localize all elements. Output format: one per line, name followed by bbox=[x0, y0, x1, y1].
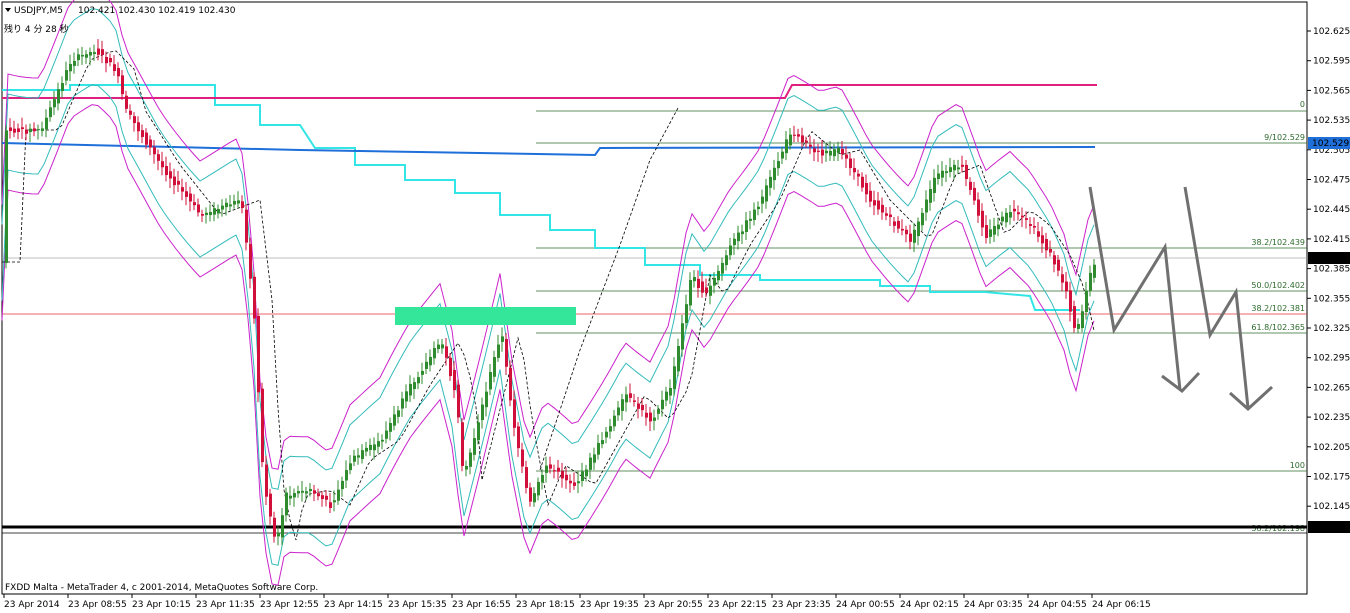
time-tick-label: 23 Apr 12:55 bbox=[260, 600, 319, 610]
price-tick-label: 102.175 bbox=[1313, 473, 1350, 483]
svg-text:102.430: 102.430 bbox=[1312, 254, 1349, 264]
fib-label-61: 61.8/102.365 bbox=[1251, 323, 1305, 332]
price-tick-label: 102.445 bbox=[1313, 205, 1350, 215]
candlestick bbox=[461, 418, 464, 472]
candle-timer: 残り 4 分 28 秒 bbox=[4, 23, 69, 35]
price-tick-label: 102.355 bbox=[1313, 294, 1350, 304]
ohlc-label: 102.421 102.430 102.419 102.430 bbox=[78, 6, 236, 16]
time-tick-label: 24 Apr 04:55 bbox=[1028, 600, 1087, 610]
copyright-text: FXDD Malta - MetaTrader 4, c 2001-2014, … bbox=[5, 583, 318, 593]
price-axis[interactable]: 102.625102.595102.565102.535102.505102.4… bbox=[1307, 27, 1350, 512]
svg-text:38.2/102.381: 38.2/102.381 bbox=[1251, 304, 1305, 313]
price-tick-label: 102.145 bbox=[1313, 502, 1350, 512]
fib-label-zero: 0 bbox=[1300, 100, 1305, 109]
price-tick-label: 102.565 bbox=[1313, 86, 1350, 96]
price-tick-label: 102.595 bbox=[1313, 57, 1350, 67]
price-tick-label: 102.535 bbox=[1313, 116, 1350, 126]
fib-label-38: 38.2/102.439 bbox=[1251, 238, 1305, 247]
candlestick bbox=[257, 308, 260, 403]
time-axis[interactable]: 23 Apr 2014 23 Apr 08:55 23 Apr 10:15 23 Ap… bbox=[3, 594, 1151, 610]
time-tick-label: 23 Apr 18:15 bbox=[516, 600, 575, 610]
price-chart[interactable]: 0 9/102.529 38.2/102.439 50.0/102.402 61… bbox=[0, 0, 1350, 613]
time-tick-label: 23 Apr 2014 bbox=[4, 600, 60, 610]
price-tick-label: 102.475 bbox=[1313, 176, 1350, 186]
price-tick-label: 102.265 bbox=[1313, 383, 1350, 393]
price-tick-label: 102.295 bbox=[1313, 354, 1350, 364]
candlestick bbox=[457, 379, 460, 424]
symbol-label: USDJPY,M5 bbox=[14, 6, 63, 16]
price-tag-resistance: 102.529 bbox=[1308, 137, 1350, 149]
price-tag-support: 102.198 bbox=[1308, 521, 1350, 533]
fib-label-50: 50.0/102.402 bbox=[1251, 281, 1305, 290]
candlestick bbox=[261, 382, 264, 468]
time-tick-label: 24 Apr 02:15 bbox=[900, 600, 959, 610]
time-tick-label: 23 Apr 22:15 bbox=[708, 600, 767, 610]
candlestick bbox=[5, 125, 8, 269]
candlestick bbox=[253, 272, 256, 324]
time-tick-label: 24 Apr 03:35 bbox=[964, 600, 1023, 610]
price-tag-current: 102.430 bbox=[1308, 252, 1350, 264]
time-tick-label: 23 Apr 08:55 bbox=[68, 600, 127, 610]
price-tag-red-level: 38.2/102.381 bbox=[1251, 304, 1305, 313]
resistance-zone[interactable] bbox=[395, 307, 576, 325]
time-tick-label: 23 Apr 10:15 bbox=[132, 600, 191, 610]
price-tick-label: 102.205 bbox=[1313, 443, 1350, 453]
price-tick-label: 102.235 bbox=[1313, 413, 1350, 423]
time-tick-label: 23 Apr 11:35 bbox=[196, 600, 255, 610]
time-tick-label: 24 Apr 00:55 bbox=[836, 600, 895, 610]
plot-area bbox=[1, 1, 1308, 595]
svg-text:102.198: 102.198 bbox=[1312, 523, 1349, 533]
price-tick-label: 102.415 bbox=[1313, 235, 1350, 245]
price-tick-label: 102.325 bbox=[1313, 324, 1350, 334]
time-tick-label: 24 Apr 06:15 bbox=[1092, 600, 1151, 610]
svg-text:102.529: 102.529 bbox=[1312, 139, 1349, 149]
time-tick-label: 23 Apr 16:55 bbox=[452, 600, 511, 610]
fib-label-100: 100 bbox=[1290, 461, 1305, 470]
time-tick-label: 23 Apr 23:35 bbox=[772, 600, 831, 610]
price-tick-label: 102.385 bbox=[1313, 265, 1350, 275]
time-tick-label: 23 Apr 20:55 bbox=[644, 600, 703, 610]
time-tick-label: 23 Apr 15:35 bbox=[388, 600, 447, 610]
time-tick-label: 23 Apr 19:35 bbox=[580, 600, 639, 610]
price-tick-label: 102.625 bbox=[1313, 27, 1350, 37]
time-tick-label: 23 Apr 14:15 bbox=[324, 600, 383, 610]
fib-label-9: 9/102.529 bbox=[1264, 133, 1305, 142]
